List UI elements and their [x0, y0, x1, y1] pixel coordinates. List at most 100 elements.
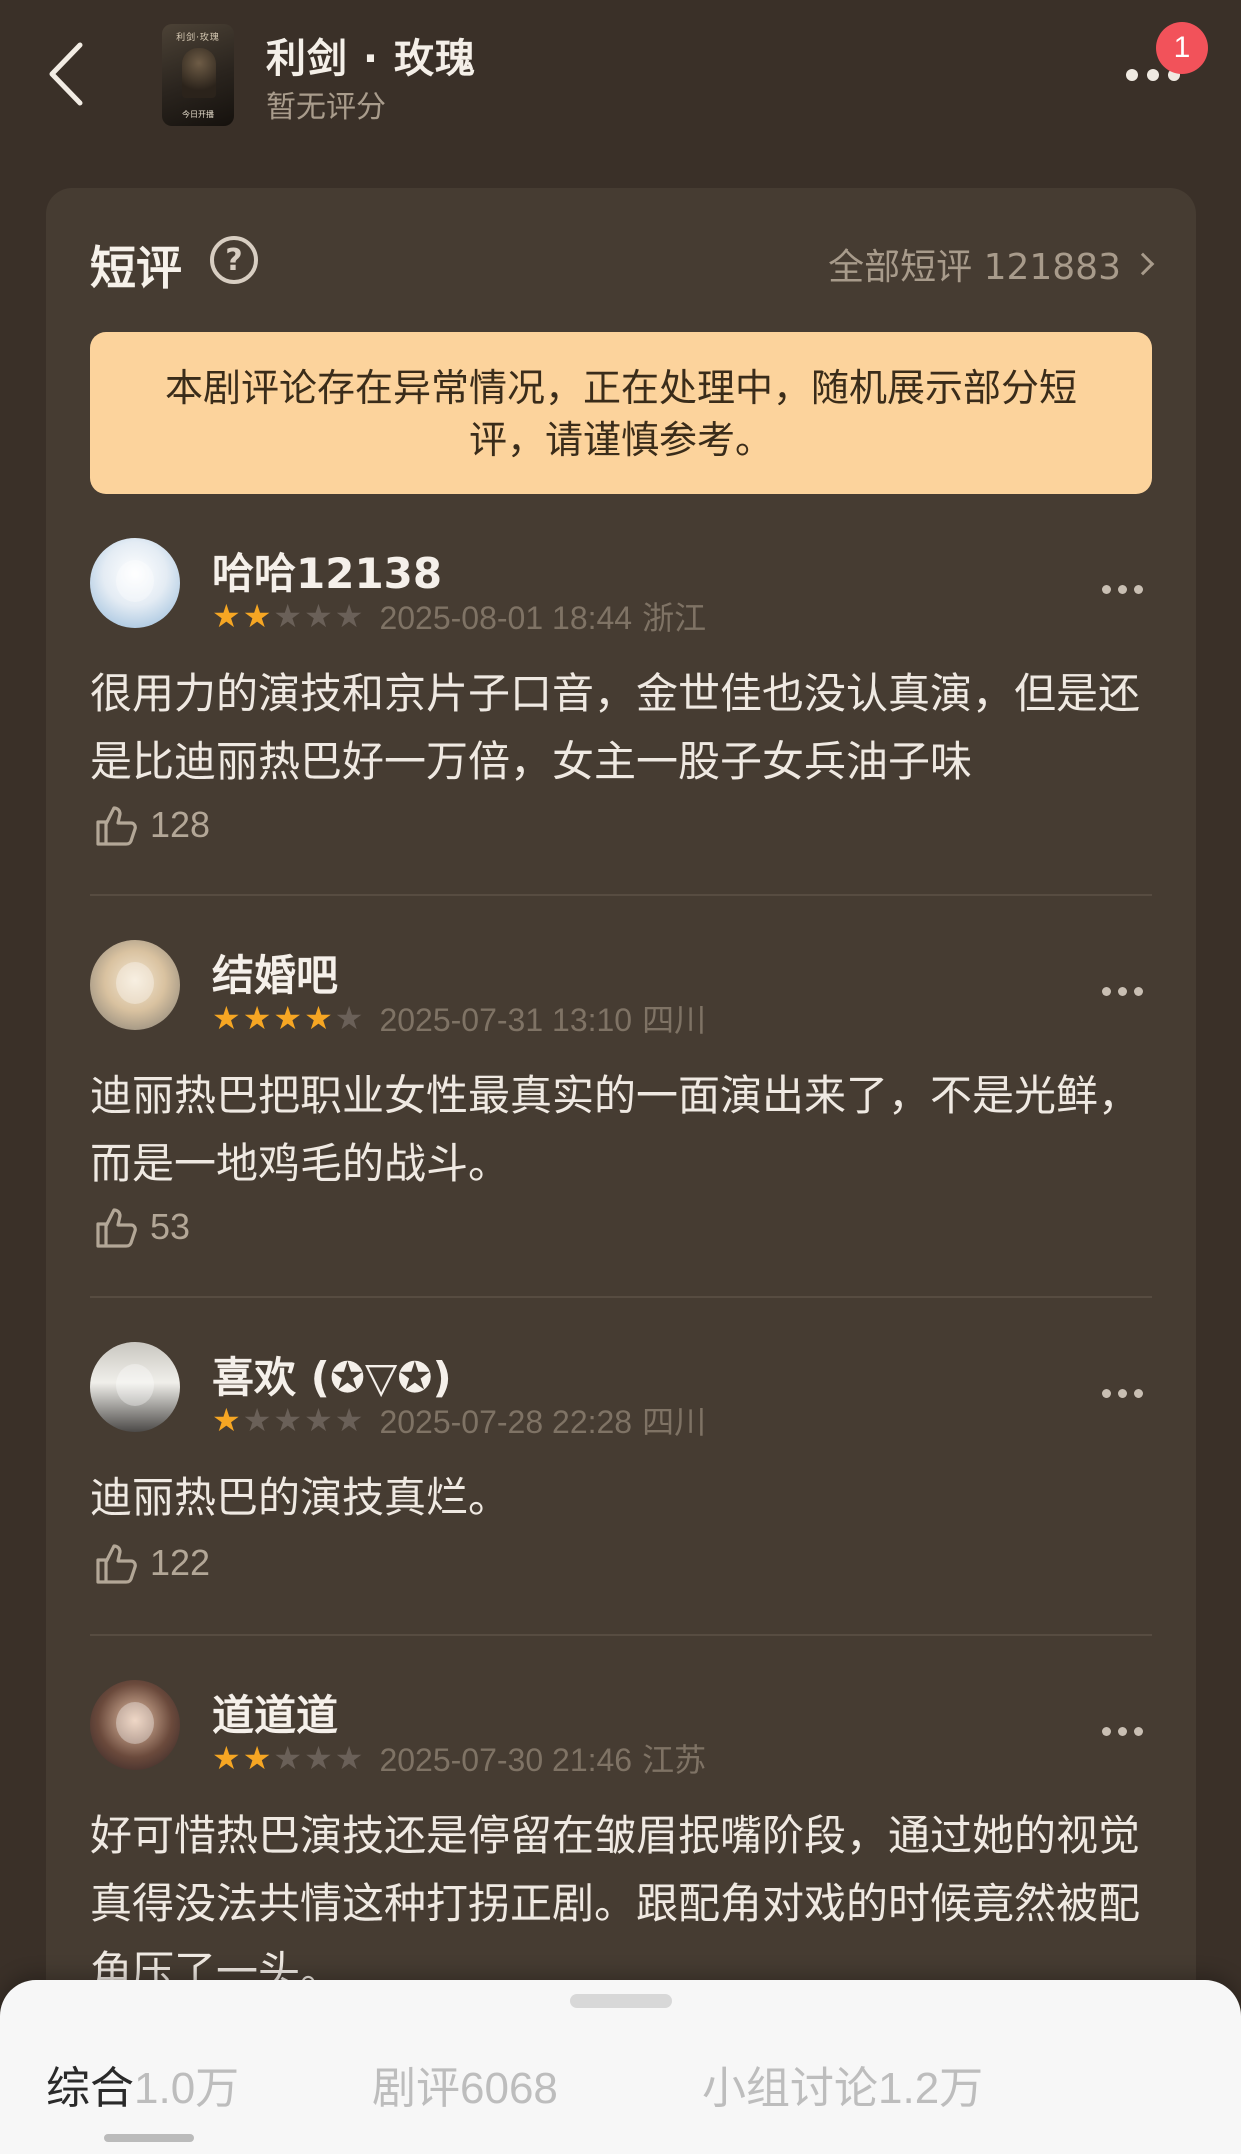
more-dots-icon	[1101, 1726, 1111, 1736]
star-icon: ★	[334, 1739, 364, 1777]
tab-count: 6068	[460, 2064, 558, 2113]
thumbs-up-icon	[96, 806, 137, 846]
notification-badge: 1	[1156, 22, 1208, 74]
comment-more-button[interactable]	[1092, 1716, 1152, 1746]
star-icon: ★	[242, 1401, 272, 1439]
poster-figure	[182, 48, 216, 98]
username[interactable]: 哈哈12138	[212, 540, 442, 601]
star-rating: ★ ★ ★ ★ ★	[212, 1742, 363, 1774]
star-rating: ★ ★ ★ ★ ★	[212, 600, 363, 632]
back-button[interactable]	[40, 38, 92, 110]
username[interactable]: 结婚吧	[212, 942, 338, 1003]
bottom-tab-sheet: 综合1.0万 剧评6068 小组讨论1.2万	[0, 1980, 1241, 2154]
comment-location: 江苏	[642, 1741, 707, 1779]
star-icon: ★	[273, 1401, 303, 1439]
like-button[interactable]: 122	[94, 1540, 210, 1586]
tab-label: 剧评	[372, 2063, 460, 2114]
comment-location: 浙江	[642, 599, 707, 637]
star-icon: ★	[304, 1739, 333, 1777]
poster-title: 利剑·玫瑰	[176, 33, 220, 43]
more-dots-icon	[1101, 584, 1111, 594]
star-icon: ★	[273, 597, 303, 635]
star-icon: ★	[242, 999, 272, 1037]
more-dots-icon	[1126, 69, 1138, 81]
divider	[90, 1296, 1152, 1298]
star-icon: ★	[334, 999, 364, 1037]
comment-item: 哈哈12138 ★ ★ ★ ★ ★ 2025-08-01 18:44 浙江 很用力的演技和…	[90, 538, 1152, 846]
like-count: 128	[150, 804, 211, 845]
comment-item: 道道道 ★ ★ ★ ★ ★ 2025-07-30 21:46 江苏 好可惜热巴演技还是停留…	[90, 1680, 1152, 1996]
back-arrow-icon	[49, 42, 83, 106]
comment-text: 好可惜热巴演技还是停留在皱眉抿嘴阶段，通过她的视觉真得没法共情这种打拐正剧。跟配…	[90, 1811, 1141, 1996]
star-icon: ★	[304, 999, 333, 1037]
tab-group-discussion[interactable]: 小组讨论1.2万	[702, 2052, 983, 2116]
comment-text: 迪丽热巴把职业女性最真实的一面演出来了，不是光鲜，而是一地鸡毛的战斗。	[90, 1071, 1141, 1188]
show-title[interactable]: 利剑 · 玫瑰	[266, 26, 476, 84]
comment-meta: ★ ★ ★ ★ ★ 2025-07-30 21:46 江苏	[212, 1740, 707, 1779]
like-button[interactable]: 53	[94, 1204, 190, 1250]
star-icon: ★	[242, 1739, 272, 1777]
top-bar: 利剑·玫瑰 今日开播 利剑 · 玫瑰 暂无评分 1	[0, 0, 1241, 138]
more-dots-icon	[1101, 986, 1111, 996]
show-rating-status: 暂无评分	[266, 90, 386, 125]
star-icon: ★	[304, 1401, 333, 1439]
star-icon: ★	[334, 1401, 364, 1439]
star-icon: ★	[212, 1401, 241, 1439]
avatar[interactable]	[90, 1342, 180, 1432]
tab-label: 综合	[46, 2063, 134, 2114]
tab-count: 1.2万	[878, 2064, 984, 2113]
star-icon: ★	[242, 597, 272, 635]
tab-overview[interactable]: 综合1.0万	[46, 2052, 239, 2116]
star-icon: ★	[273, 999, 303, 1037]
comment-text: 迪丽热巴的演技真烂。	[90, 1473, 511, 1522]
avatar[interactable]	[90, 538, 180, 628]
warning-notice: 本剧评论存在异常情况，正在处理中，随机展示部分短评，请谨慎参考。	[90, 332, 1152, 494]
comment-item: 结婚吧 ★ ★ ★ ★ ★ 2025-07-31 13:10 四川 迪丽热巴把职业女性最真…	[90, 940, 1152, 1248]
all-reviews-label: 全部短评 121883	[828, 247, 1121, 288]
more-dots-icon	[1101, 1388, 1111, 1398]
comment-meta: ★ ★ ★ ★ ★ 2025-08-01 18:44 浙江	[212, 598, 707, 637]
drag-handle[interactable]	[570, 1994, 672, 2008]
help-icon[interactable]: ?	[210, 236, 258, 284]
poster-footer: 今日开播	[182, 110, 214, 119]
star-icon: ★	[334, 597, 364, 635]
tab-label: 小组讨论	[702, 2063, 878, 2114]
comment-item: 喜欢 (✪▽✪) ★ ★ ★ ★ ★ 2025-07-28 22:28 四川 迪丽热巴的演…	[90, 1342, 1152, 1592]
like-count: 122	[150, 1542, 211, 1583]
star-icon: ★	[212, 999, 241, 1037]
comment-more-button[interactable]	[1092, 1378, 1152, 1408]
star-icon: ★	[304, 597, 333, 635]
divider	[90, 894, 1152, 896]
comment-location: 四川	[642, 1001, 707, 1039]
all-reviews-link[interactable]: 全部短评 121883	[828, 238, 1155, 290]
star-icon: ★	[212, 1739, 241, 1777]
star-icon: ★	[273, 1739, 303, 1777]
tab-reviews[interactable]: 剧评6068	[372, 2052, 558, 2116]
comment-datetime: 2025-07-28 22:28	[379, 1404, 633, 1440]
comment-more-button[interactable]	[1092, 574, 1152, 604]
comment-text: 很用力的演技和京片子口音，金世佳也没认真演，但是还是比迪丽热巴好一万倍，女主一股…	[90, 669, 1141, 786]
comment-location: 四川	[642, 1403, 707, 1441]
comment-more-button[interactable]	[1092, 976, 1152, 1006]
avatar[interactable]	[90, 1680, 180, 1770]
star-icon: ★	[212, 597, 241, 635]
comment-datetime: 2025-08-01 18:44	[379, 600, 633, 636]
section-title: 短评	[90, 241, 182, 295]
username[interactable]: 道道道	[212, 1682, 338, 1743]
divider	[90, 1634, 1152, 1636]
thumbs-up-icon	[96, 1544, 137, 1584]
comment-datetime: 2025-07-30 21:46	[379, 1742, 633, 1778]
show-poster[interactable]: 利剑·玫瑰 今日开播	[162, 24, 234, 126]
avatar[interactable]	[90, 940, 180, 1030]
comment-datetime: 2025-07-31 13:10	[379, 1002, 633, 1038]
tab-count: 1.0万	[134, 2064, 240, 2113]
comment-meta: ★ ★ ★ ★ ★ 2025-07-28 22:28 四川	[212, 1402, 707, 1441]
chevron-right-icon	[1131, 252, 1155, 276]
thumbs-up-icon	[96, 1208, 137, 1248]
comment-meta: ★ ★ ★ ★ ★ 2025-07-31 13:10 四川	[212, 1000, 707, 1039]
like-button[interactable]: 128	[94, 802, 210, 848]
star-rating: ★ ★ ★ ★ ★	[212, 1002, 363, 1034]
like-count: 53	[150, 1206, 191, 1247]
username[interactable]: 喜欢 (✪▽✪)	[212, 1344, 452, 1405]
star-rating: ★ ★ ★ ★ ★	[212, 1404, 363, 1436]
